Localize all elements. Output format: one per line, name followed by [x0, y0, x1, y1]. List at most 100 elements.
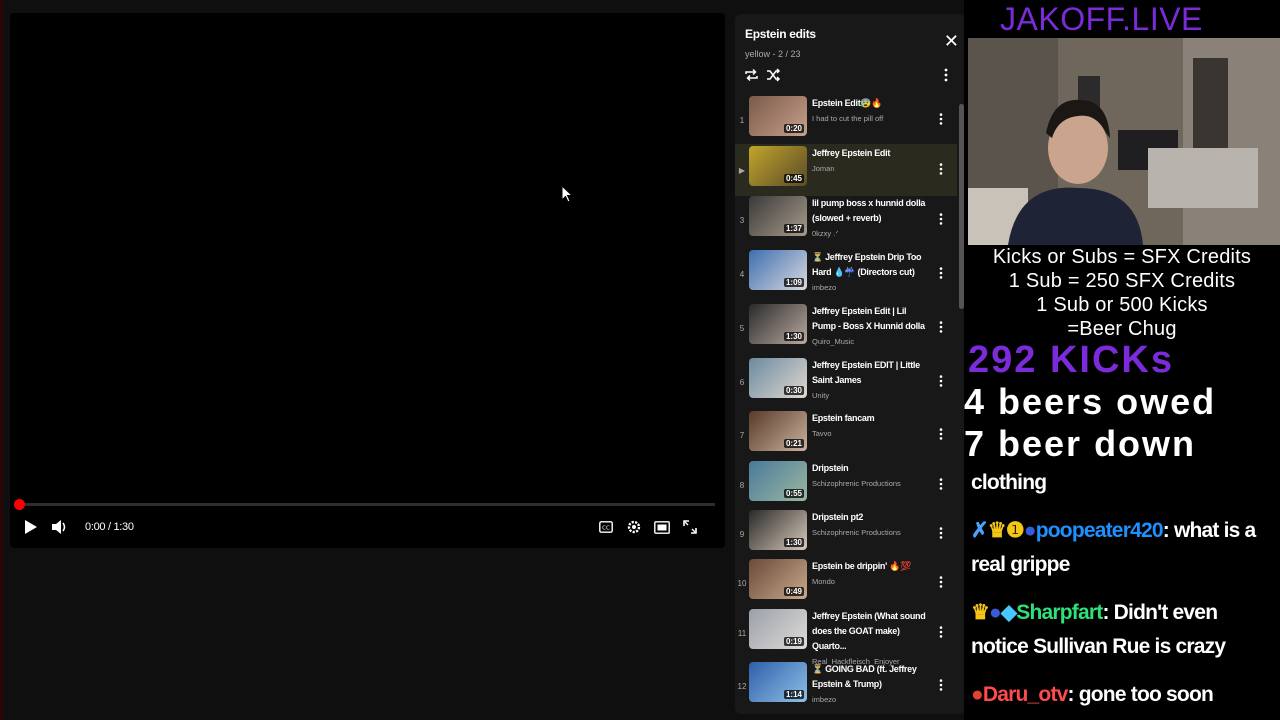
- captions-icon[interactable]: CC: [597, 517, 615, 537]
- channel-name[interactable]: Schizophrenic Productions: [812, 479, 901, 488]
- theater-icon[interactable]: [652, 517, 672, 537]
- playlist-item[interactable]: 4 1:09 ⏳ Jeffrey Epstein Drip Too Hard 💧☔ …: [735, 248, 957, 300]
- channel-name[interactable]: 0kzxy .ᐟ: [812, 229, 839, 238]
- video-player[interactable]: 0:00 / 1:30 CC: [10, 13, 725, 548]
- info-line-3: 1 Sub or 500 Kicks: [1036, 294, 1208, 316]
- video-title[interactable]: ⏳ GOING BAD (ft. Jeffrey Epstein & Trump…: [812, 662, 928, 692]
- info-line-2: 1 Sub = 250 SFX Credits: [1008, 270, 1236, 292]
- playlist-item[interactable]: 12 1:14 ⏳ GOING BAD (ft. Jeffrey Epstein &…: [735, 660, 957, 712]
- video-duration: 0:21: [783, 439, 804, 448]
- settings-icon[interactable]: [624, 517, 644, 537]
- more-options-icon[interactable]: [939, 212, 943, 230]
- chat-username[interactable]: Sharpfart: [1016, 601, 1103, 624]
- video-thumbnail[interactable]: 0:49: [749, 559, 807, 599]
- video-thumbnail[interactable]: 0:21: [749, 411, 807, 451]
- playlist-subtitle: yellow - 2 / 23: [745, 49, 801, 59]
- playlist-item-index: 1: [739, 116, 745, 125]
- chat-message: ✗♛❶●poopeater420: what is a real grippe: [971, 519, 1256, 576]
- video-thumbnail[interactable]: 1:09: [749, 250, 807, 290]
- video-duration: 1:30: [783, 332, 804, 341]
- more-options-icon[interactable]: [939, 575, 943, 593]
- orb-badge-icon: ●: [989, 601, 1002, 624]
- playlist-item[interactable]: 5 1:30 Jeffrey Epstein Edit | Lil Pump - B…: [735, 302, 957, 354]
- video-title[interactable]: Epstein be drippin' 🔥💯: [812, 559, 928, 574]
- more-options-icon[interactable]: [944, 68, 948, 87]
- more-options-icon[interactable]: [939, 678, 943, 696]
- more-options-icon[interactable]: [939, 477, 943, 495]
- more-options-icon[interactable]: [939, 320, 943, 338]
- video-title[interactable]: Epstein Edit😰🔥: [812, 96, 928, 111]
- playlist-item[interactable]: 3 1:37 lil pump boss x hunnid dolla (slowe…: [735, 194, 957, 246]
- close-icon[interactable]: ✕: [944, 32, 959, 50]
- playlist-item[interactable]: 1 0:20 Epstein Edit😰🔥 I had to cut the pill…: [735, 94, 957, 146]
- channel-name[interactable]: imbezo: [812, 283, 836, 292]
- video-thumbnail[interactable]: 0:45: [749, 146, 807, 186]
- chat-message: clothing: [971, 466, 1047, 500]
- video-duration: 0:20: [783, 124, 804, 133]
- video-thumbnail[interactable]: 1:14: [749, 662, 807, 702]
- video-thumbnail[interactable]: 1:37: [749, 196, 807, 236]
- more-options-icon[interactable]: [939, 427, 943, 445]
- video-duration: 0:19: [783, 637, 804, 646]
- playlist-item[interactable]: 7 0:21 Epstein fancam Tavvo: [735, 409, 957, 461]
- channel-name[interactable]: Tavvo: [812, 429, 832, 438]
- chat-message: ♛●◆Sharpfart: Didn't even notice Sulliva…: [971, 601, 1226, 658]
- playlist-item[interactable]: 10 0:49 Epstein be drippin' 🔥💯 Mondo: [735, 557, 957, 609]
- channel-name[interactable]: I had to cut the pill off: [812, 114, 883, 123]
- video-title[interactable]: Jeffrey Epstein Edit: [812, 146, 928, 161]
- video-title[interactable]: Jeffrey Epstein EDIT | Little Saint Jame…: [812, 358, 928, 388]
- playlist-item-index: 10: [737, 579, 747, 588]
- video-duration: 1:09: [783, 278, 804, 287]
- playlist-item-index: 5: [739, 324, 745, 333]
- channel-name[interactable]: Mondo: [812, 577, 835, 586]
- playlist-item[interactable]: 6 0:30 Jeffrey Epstein EDIT | Little Saint…: [735, 356, 957, 408]
- playlist-item[interactable]: ▶ 0:45 Jeffrey Epstein Edit Joman: [735, 144, 957, 196]
- video-thumbnail[interactable]: 0:30: [749, 358, 807, 398]
- fullscreen-icon[interactable]: [680, 517, 700, 537]
- webcam-feed: [968, 38, 1280, 245]
- video-thumbnail[interactable]: 1:30: [749, 304, 807, 344]
- video-title[interactable]: Dripstein: [812, 461, 928, 476]
- chat-text: clothing: [971, 471, 1047, 494]
- channel-name[interactable]: Quiro_Music: [812, 337, 854, 346]
- progress-scrubber[interactable]: [14, 499, 25, 510]
- more-options-icon[interactable]: [939, 625, 943, 643]
- more-options-icon[interactable]: [939, 266, 943, 284]
- video-thumbnail[interactable]: 0:55: [749, 461, 807, 501]
- channel-name[interactable]: Schizophrenic Productions: [812, 528, 901, 537]
- more-options-icon[interactable]: [939, 526, 943, 544]
- chat-username[interactable]: poopeater420: [1036, 519, 1164, 542]
- video-duration: 1:14: [783, 690, 804, 699]
- video-duration: 0:49: [783, 587, 804, 596]
- channel-name[interactable]: Unity: [812, 391, 829, 400]
- channel-name[interactable]: Joman: [812, 164, 835, 173]
- more-options-icon[interactable]: [939, 162, 943, 180]
- playlist-title[interactable]: Epstein edits: [745, 27, 816, 41]
- play-icon[interactable]: [22, 517, 40, 537]
- video-title[interactable]: Epstein fancam: [812, 411, 928, 426]
- channel-name[interactable]: imbezo: [812, 695, 836, 704]
- shuffle-icon[interactable]: [766, 68, 781, 87]
- playlist-item-index: 8: [739, 481, 745, 490]
- video-title[interactable]: Dripstein pt2: [812, 510, 928, 525]
- video-title[interactable]: Jeffrey Epstein Edit | Lil Pump - Boss X…: [812, 304, 928, 334]
- info-line-4: =Beer Chug: [1067, 318, 1177, 340]
- progress-bar[interactable]: [18, 503, 715, 506]
- left-edge-accent: [0, 0, 3, 720]
- video-thumbnail[interactable]: 0:19: [749, 609, 807, 649]
- time-display: 0:00 / 1:30: [85, 521, 134, 533]
- playlist-item-index: 7: [739, 431, 745, 440]
- video-title[interactable]: lil pump boss x hunnid dolla (slowed + r…: [812, 196, 928, 226]
- video-thumbnail[interactable]: 1:30: [749, 510, 807, 550]
- volume-icon[interactable]: [50, 517, 70, 537]
- more-options-icon[interactable]: [939, 374, 943, 392]
- playlist-item[interactable]: 8 0:55 Dripstein Schizophrenic Productions: [735, 459, 957, 511]
- video-title[interactable]: Jeffrey Epstein (What sound does the GOA…: [812, 609, 928, 654]
- video-thumbnail[interactable]: 0:20: [749, 96, 807, 136]
- loop-icon[interactable]: [744, 68, 759, 87]
- more-options-icon[interactable]: [939, 112, 943, 130]
- video-title[interactable]: ⏳ Jeffrey Epstein Drip Too Hard 💧☔ (Dire…: [812, 250, 928, 280]
- playlist-item[interactable]: 9 1:30 Dripstein pt2 Schizophrenic Producti…: [735, 508, 957, 560]
- playlist-item[interactable]: 11 0:19 Jeffrey Epstein (What sound does t…: [735, 607, 957, 666]
- chat-username[interactable]: Daru_otv: [983, 683, 1068, 706]
